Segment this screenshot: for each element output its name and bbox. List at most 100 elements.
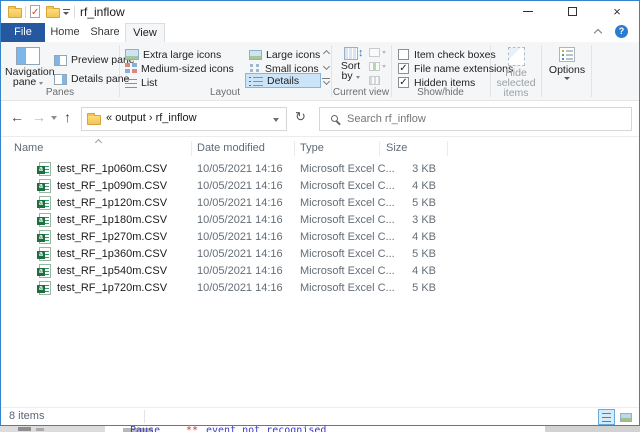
gallery-scroll-down[interactable] [321,61,331,74]
excel-csv-file-icon: a [39,230,51,244]
help-icon[interactable]: ? [615,25,628,38]
sort-by-icon [344,47,358,60]
column-header-size[interactable]: Size [386,138,407,159]
csv-badge-glyph: a [37,251,45,259]
column-divider [294,141,295,156]
file-row[interactable]: a test_RF_1p060m.CSV 10/05/2021 14:16 Mi… [1,161,639,178]
checkbox-icon: ✓ [398,63,409,74]
check-glyph: ✓ [399,63,407,74]
breadcrumb: « output › rf_inflow [106,112,197,124]
gallery-scroll-up[interactable] [321,46,331,59]
breadcrumb-segment-output[interactable]: output [115,112,146,124]
layout-extra-large-icons[interactable]: Extra large icons [125,47,221,62]
group-separator [591,45,592,97]
qat-customize-caret-icon[interactable] [63,9,70,15]
excel-csv-file-icon: a [39,247,51,261]
minimize-button[interactable] [505,1,550,22]
add-columns-icon [369,62,380,71]
up-button[interactable]: ↑ [64,109,71,125]
breadcrumb-separator[interactable]: › [149,112,153,124]
checkbox-icon: ✓ [398,49,409,60]
column-header-date[interactable]: Date modified [197,138,265,159]
details-view-toggle[interactable] [598,409,615,425]
tab-home[interactable]: Home [45,23,85,42]
column-divider [191,141,192,156]
excel-csv-file-icon: a [39,179,51,193]
medium-icons-icon [125,63,137,74]
chevron-up-icon [322,50,329,57]
explorer-window: ✓ rf_inflow × File Home Share View ? Nav… [0,0,640,426]
tab-share[interactable]: Share [85,23,125,42]
file-row[interactable]: a test_RF_1p540m.CSV 10/05/2021 14:16 Mi… [1,263,639,280]
group-by-button[interactable] [369,46,387,59]
file-date-modified: 10/05/2021 14:16 [197,231,283,243]
thumbnail-view-toggle[interactable] [617,409,634,425]
dropdown-caret-icon [564,77,570,80]
layout-item-label: Extra large icons [143,49,221,61]
csv-badge-glyph: a [37,217,45,225]
chevron-down-icon [322,63,329,70]
layout-medium-icons[interactable]: Medium-sized icons [125,61,234,76]
file-row[interactable]: a test_RF_1p180m.CSV 10/05/2021 14:16 Mi… [1,212,639,229]
search-box[interactable]: Search rf_inflow [319,107,632,131]
group-by-icon [369,48,380,57]
file-row[interactable]: a test_RF_1p270m.CSV 10/05/2021 14:16 Mi… [1,229,639,246]
csv-badge-glyph: a [37,268,45,276]
breadcrumb-segment-rf-inflow[interactable]: rf_inflow [156,112,197,124]
show-hide-group-label: Show/hide [391,87,490,98]
file-date-modified: 10/05/2021 14:16 [197,282,283,294]
column-header-name[interactable]: Name [14,138,43,159]
options-label: Options [545,65,589,75]
background-fragment [36,428,44,431]
current-view-group-label: Current view [331,87,391,98]
window-folder-icon [8,8,22,18]
address-dropdown-caret-icon[interactable] [273,118,279,122]
preview-pane-button[interactable]: Preview pane [54,54,135,66]
file-row[interactable]: a test_RF_1p090m.CSV 10/05/2021 14:16 Mi… [1,178,639,195]
layout-details-selected[interactable]: Details [245,73,321,88]
details-view-icon [253,76,263,86]
background-window-fragment [545,426,640,432]
layout-item-label: Large icons [266,49,320,61]
tab-file[interactable]: File [1,23,45,42]
excel-csv-file-icon: a [39,264,51,278]
file-date-modified: 10/05/2021 14:16 [197,180,283,192]
dropdown-caret-icon [39,82,43,85]
group-separator [541,45,542,97]
file-size: 3 KB [376,214,436,226]
options-button[interactable]: Options [545,44,589,98]
forward-button[interactable]: → [32,109,46,125]
add-columns-button[interactable] [369,60,387,73]
hide-selected-items-button[interactable]: Hide selected items [492,44,540,98]
back-button[interactable]: ← [10,109,24,125]
address-bar[interactable]: « output › rf_inflow [81,107,287,131]
file-size: 4 KB [376,265,436,277]
details-pane-button[interactable]: Details pane [54,73,129,85]
close-icon: × [613,5,621,18]
layout-large-icons[interactable]: Large icons [249,47,320,62]
breadcrumb-overflow-chevron[interactable]: « [106,112,112,124]
item-check-boxes-label: Item check boxes [414,49,496,61]
file-date-modified: 10/05/2021 14:16 [197,197,283,209]
hide-selected-items-icon [508,47,525,66]
file-name: test_RF_1p120m.CSV [57,197,167,209]
close-button[interactable]: × [595,1,639,22]
console-text: Pause [130,425,160,432]
qat-properties-icon[interactable]: ✓ [30,5,40,18]
tab-view[interactable]: View [125,23,165,42]
file-date-modified: 10/05/2021 14:16 [197,248,283,260]
file-row[interactable]: a test_RF_1p720m.CSV 10/05/2021 14:16 Mi… [1,280,639,297]
file-row[interactable]: a test_RF_1p360m.CSV 10/05/2021 14:16 Mi… [1,246,639,263]
file-date-modified: 10/05/2021 14:16 [197,265,283,277]
item-check-boxes-checkbox[interactable]: ✓ Item check boxes [398,48,496,61]
console-text: ** [186,425,198,432]
refresh-button[interactable]: ↻ [295,109,306,125]
preview-pane-icon [54,55,67,66]
maximize-button[interactable] [550,1,595,22]
recent-locations-caret-icon[interactable] [51,116,57,120]
file-row[interactable]: a test_RF_1p120m.CSV 10/05/2021 14:16 Mi… [1,195,639,212]
size-columns-button[interactable] [369,74,387,87]
title-bar: ✓ rf_inflow × [1,1,639,23]
column-header-type[interactable]: Type [300,138,324,159]
qat-new-folder-icon[interactable] [46,8,60,18]
